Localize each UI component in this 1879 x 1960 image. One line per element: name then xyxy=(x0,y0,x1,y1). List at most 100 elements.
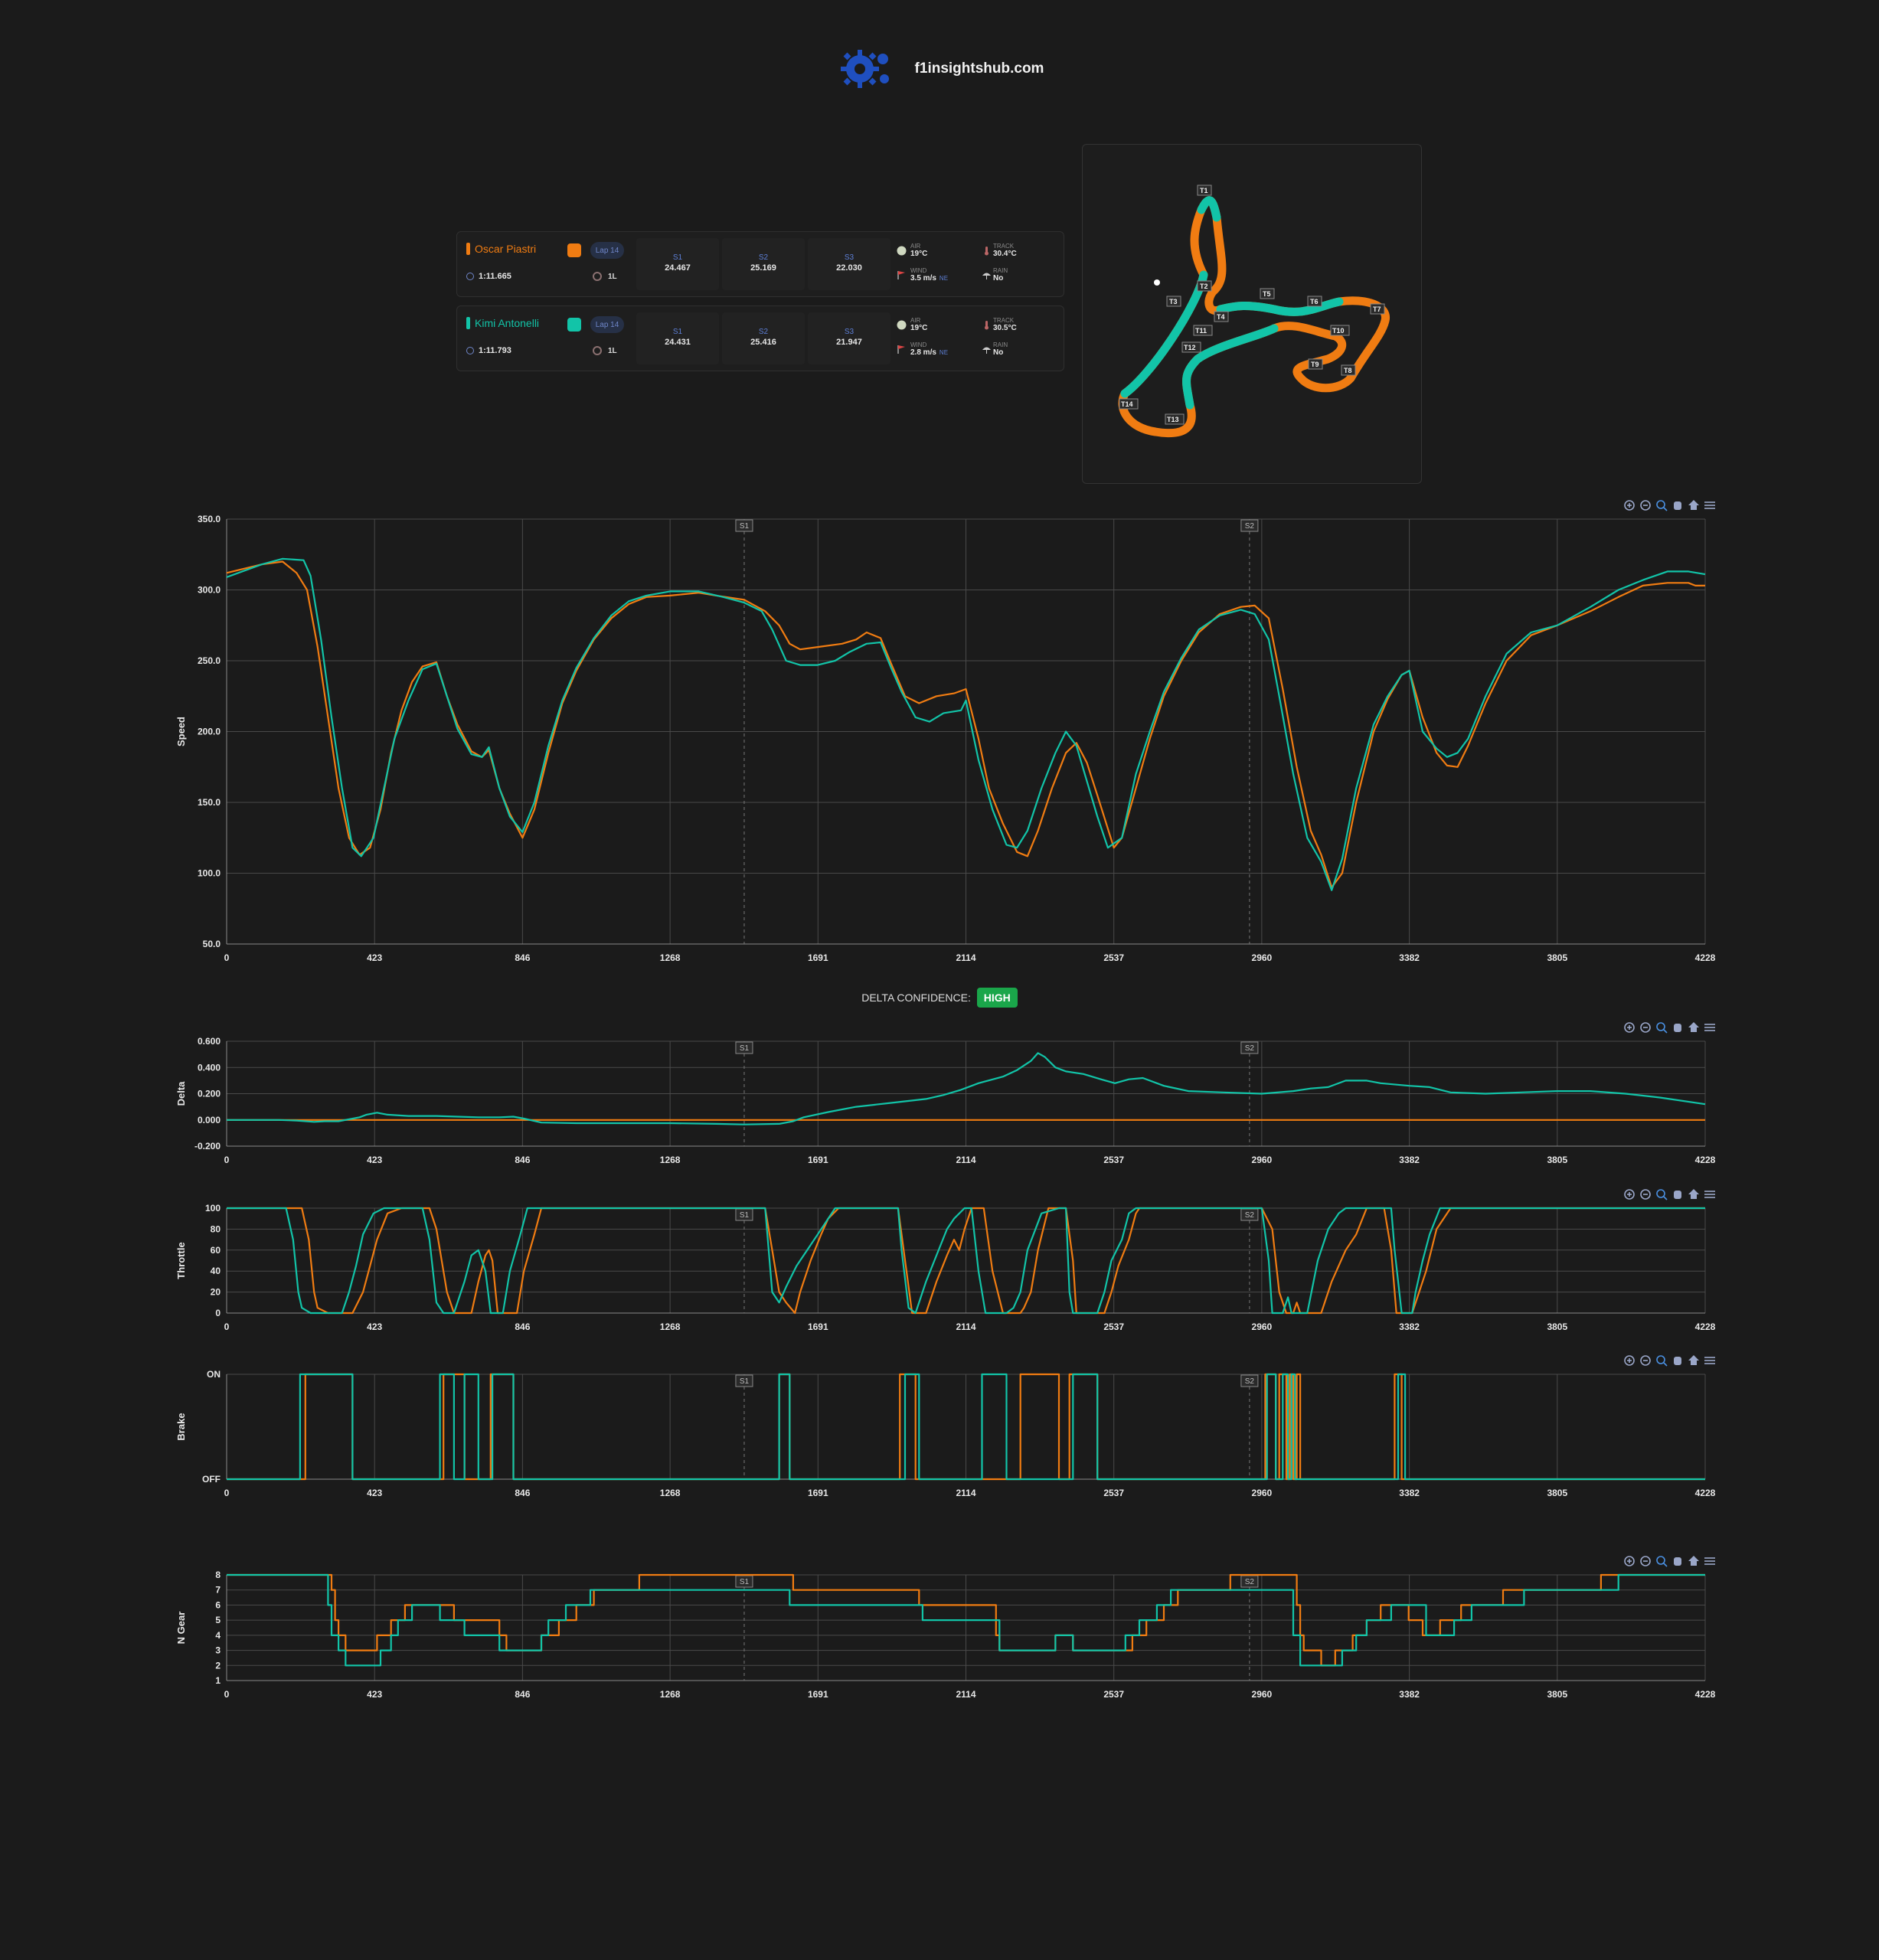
sector-marker-label: S1 xyxy=(740,1578,750,1586)
driver-color-bar xyxy=(466,317,470,329)
pan-hand-icon[interactable] xyxy=(1674,1357,1681,1365)
x-tick-label: 0 xyxy=(224,952,230,963)
x-tick-label: 2537 xyxy=(1103,1689,1124,1700)
zoom-in-icon[interactable] xyxy=(1624,1189,1635,1200)
x-tick-label: 1691 xyxy=(808,1488,828,1498)
turn-label: T4 xyxy=(1217,313,1225,321)
menu-icon[interactable] xyxy=(1704,1557,1715,1565)
cloud-icon xyxy=(897,320,907,330)
zoom-out-icon[interactable] xyxy=(1640,1355,1651,1366)
x-tick-label: 2960 xyxy=(1252,952,1273,963)
pan-hand-icon[interactable] xyxy=(1674,1024,1681,1032)
sector-label: S3 xyxy=(844,253,855,262)
home-icon[interactable] xyxy=(1688,1022,1699,1032)
zoom-out-icon[interactable] xyxy=(1640,1189,1651,1200)
delta-confidence: DELTA CONFIDENCE: HIGH xyxy=(0,988,1879,1008)
y-tick-label: 3 xyxy=(215,1645,221,1656)
home-icon[interactable] xyxy=(1688,1189,1699,1199)
wind-flag-icon xyxy=(897,271,905,279)
sector-time: 24.431 xyxy=(665,338,691,347)
y-tick-label: 80 xyxy=(211,1223,221,1234)
menu-icon[interactable] xyxy=(1704,1191,1715,1198)
lap-badge[interactable]: Lap 14 xyxy=(590,242,624,259)
turn-label: T11 xyxy=(1195,327,1207,335)
sector-marker-label: S2 xyxy=(1245,1578,1255,1586)
x-tick-label: 1268 xyxy=(660,1321,681,1332)
team-color-swatch[interactable] xyxy=(567,243,581,257)
zoom-out-icon[interactable] xyxy=(1640,1022,1651,1033)
x-tick-label: 423 xyxy=(367,1488,382,1498)
menu-icon[interactable] xyxy=(1704,1024,1715,1031)
clock-icon xyxy=(466,347,474,354)
x-tick-label: 3805 xyxy=(1547,1488,1567,1498)
y-tick-label: 50.0 xyxy=(203,939,221,949)
magnifier-icon[interactable] xyxy=(1656,1022,1668,1034)
cloud-icon xyxy=(897,246,907,256)
wind-info: WIND 3.5 m/s NE xyxy=(910,267,948,283)
sector-time: 22.030 xyxy=(836,263,862,273)
lap-time: 1:11.665 xyxy=(466,272,511,281)
air-value: 19°C xyxy=(910,250,928,258)
driver-card-2: Kimi Antonelli Lap 14 1:11.793 1L S1 24.4… xyxy=(456,305,1064,371)
turn-label: T1 xyxy=(1200,187,1208,194)
y-tick-label: 20 xyxy=(211,1287,221,1298)
sector-label: S2 xyxy=(758,328,769,336)
magnifier-icon[interactable] xyxy=(1656,500,1668,511)
pan-hand-icon[interactable] xyxy=(1674,501,1681,510)
team-color-swatch[interactable] xyxy=(567,318,581,332)
track-outline xyxy=(1118,196,1390,438)
y-tick-label: 8 xyxy=(215,1570,221,1580)
magnifier-icon[interactable] xyxy=(1656,1355,1668,1367)
y-tick-label: 40 xyxy=(211,1266,221,1276)
y-tick-label: 0 xyxy=(215,1308,221,1318)
rain-info: RAIN No xyxy=(993,267,1008,283)
x-tick-label: 3382 xyxy=(1399,1321,1420,1332)
menu-icon[interactable] xyxy=(1704,1357,1715,1364)
x-tick-label: 1268 xyxy=(660,1689,681,1700)
zoom-out-icon[interactable] xyxy=(1640,500,1651,511)
sector-time: 25.416 xyxy=(750,338,776,347)
y-tick-label: 300.0 xyxy=(198,585,221,596)
wind-direction: NE xyxy=(939,349,949,356)
driver-name-text: Kimi Antonelli xyxy=(475,317,540,329)
zoom-out-icon[interactable] xyxy=(1640,1556,1651,1566)
pan-hand-icon[interactable] xyxy=(1674,1191,1681,1199)
turn-label: T10 xyxy=(1332,327,1345,335)
x-tick-label: 846 xyxy=(515,1488,530,1498)
zoom-in-icon[interactable] xyxy=(1624,1556,1635,1566)
zoom-in-icon[interactable] xyxy=(1624,1355,1635,1366)
y-tick-label: 2 xyxy=(215,1660,221,1671)
home-icon[interactable] xyxy=(1688,1556,1699,1566)
rain-value: No xyxy=(993,348,1004,357)
site-name[interactable]: f1insightshub.com xyxy=(915,60,1044,77)
sector-label: S1 xyxy=(672,328,683,336)
thermometer-icon xyxy=(985,321,989,330)
magnifier-icon[interactable] xyxy=(1656,1556,1668,1567)
magnifier-icon[interactable] xyxy=(1656,1189,1668,1200)
tyre-value: 1L xyxy=(608,272,617,281)
x-tick-label: 2960 xyxy=(1252,1488,1273,1498)
y-axis-label: Delta xyxy=(175,1081,187,1106)
menu-icon[interactable] xyxy=(1704,501,1715,509)
zoom-in-icon[interactable] xyxy=(1624,500,1635,511)
zoom-in-icon[interactable] xyxy=(1624,1022,1635,1033)
x-tick-label: 2114 xyxy=(956,1321,975,1332)
x-tick-label: 846 xyxy=(515,1155,530,1165)
umbrella-icon xyxy=(982,273,991,279)
sector-marker-label: S2 xyxy=(1245,522,1255,531)
sector-time: 24.467 xyxy=(665,263,691,273)
pan-hand-icon[interactable] xyxy=(1674,1557,1681,1566)
home-icon[interactable] xyxy=(1688,500,1699,510)
x-tick-label: 3382 xyxy=(1399,1155,1420,1165)
delta-confidence-badge: HIGH xyxy=(976,988,1018,1008)
lap-badge[interactable]: Lap 14 xyxy=(590,316,624,333)
x-tick-label: 3382 xyxy=(1399,952,1420,963)
sector-marker-label: S1 xyxy=(740,1211,750,1220)
sector-2-box: S2 25.169 xyxy=(722,238,805,290)
throttle-chart: 0 20 40 60 80 100 0 423 846 1268 1691 2114 2537 2960 3… xyxy=(175,1189,1716,1332)
home-icon[interactable] xyxy=(1688,1355,1699,1365)
y-tick-label: 1 xyxy=(215,1675,221,1686)
y-tick-label: 100.0 xyxy=(198,868,221,879)
x-tick-label: 3805 xyxy=(1547,1155,1567,1165)
y-tick-label: 250.0 xyxy=(198,655,221,666)
